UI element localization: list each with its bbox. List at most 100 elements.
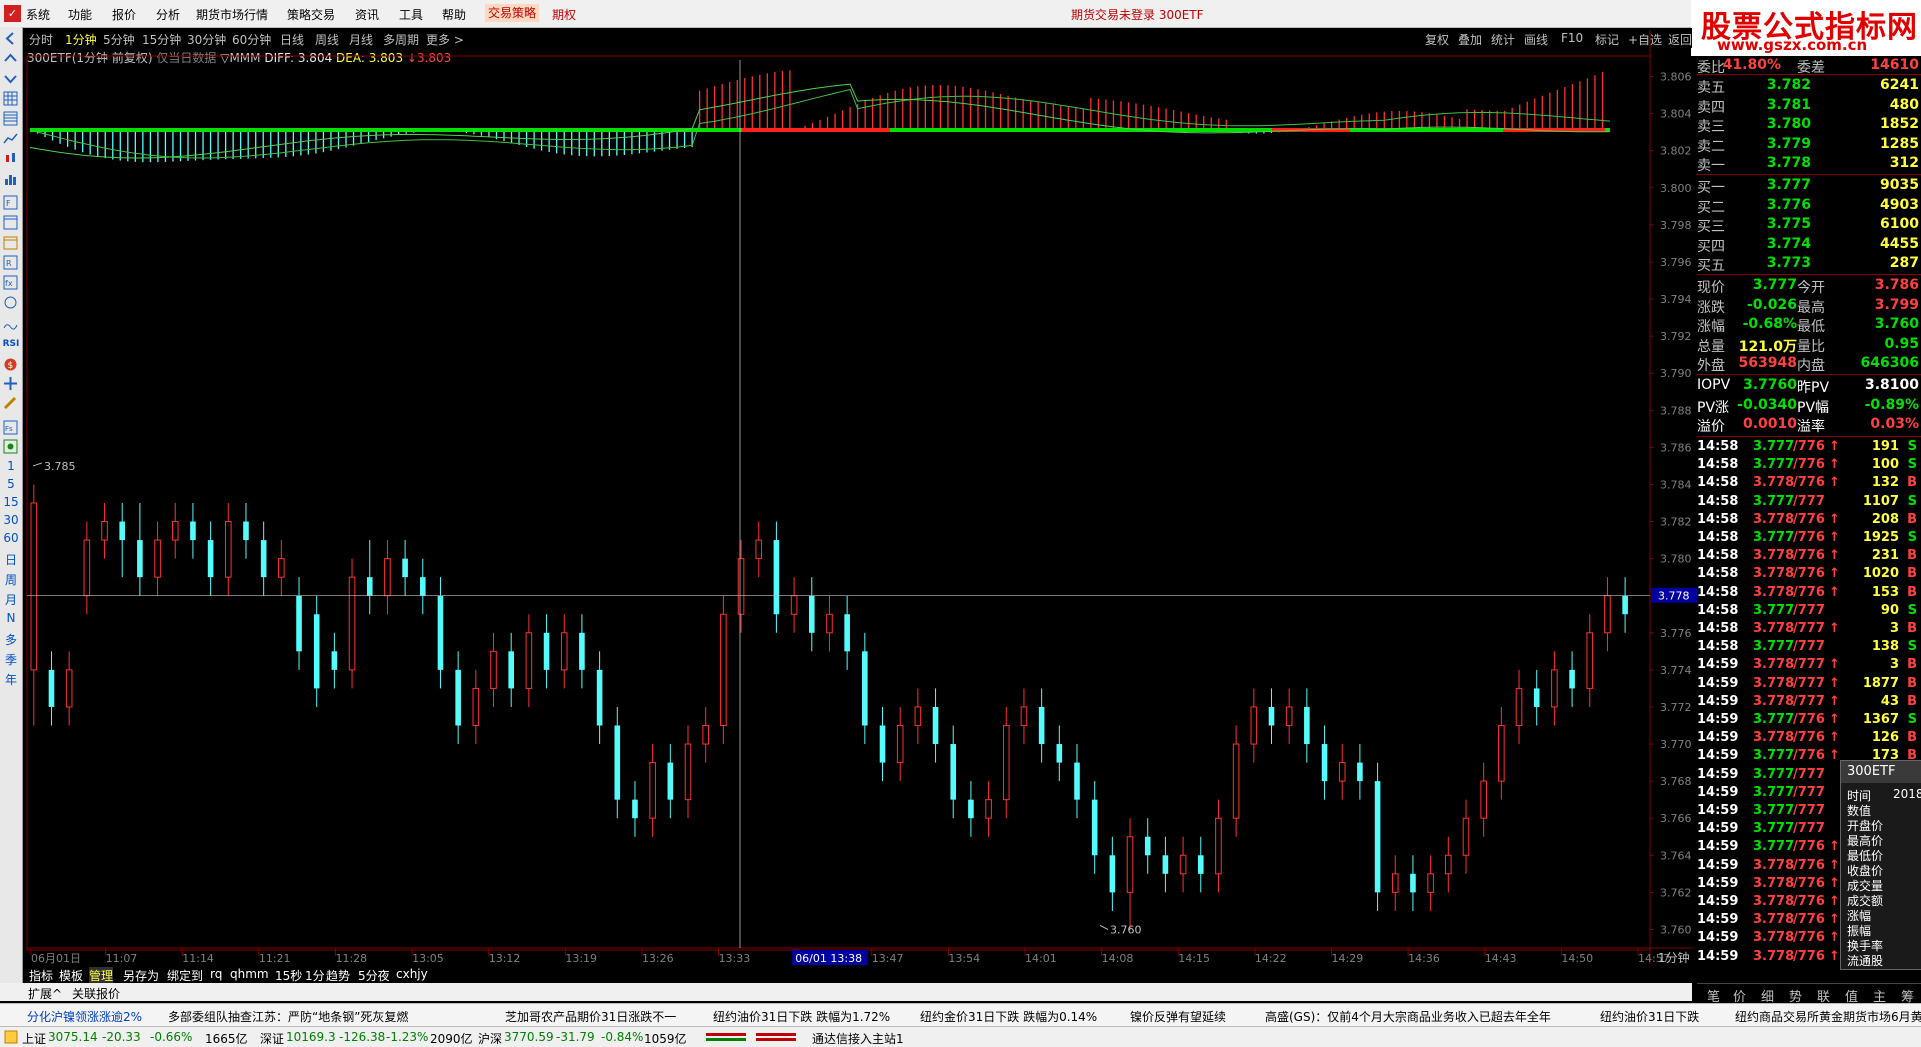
tick-price: 3.778 [1753,511,1795,527]
sell-price: 3.778 [1766,155,1811,171]
tick-row: 14:59 3.778/776 ↑ 126 B [1697,729,1921,747]
tick-price: 3.777 [1753,439,1795,454]
tick-time: 14:59 [1697,875,1739,891]
related-quote-button[interactable]: 关联报价 [72,985,120,1002]
news-item[interactable]: 多部委组队抽查江苏：严防“地条钢”死灰复燃 [168,1008,408,1025]
news-item[interactable]: 纽约商品交易所黄金期货市场6月黄 [1735,1008,1921,1025]
candle-body [48,669,55,707]
quote-cell: 外盘 [1697,358,1725,374]
tab-indicator[interactable]: 指标 [29,967,53,984]
tab-1min[interactable]: 1分 [305,967,325,984]
candle-body [1586,632,1594,689]
candle-body [1268,706,1275,726]
candle-body [525,632,533,689]
tick-time: 14:59 [1697,948,1739,964]
sh-change: -20.33 [102,1030,141,1044]
tick-arrow: ↑ [1829,548,1840,564]
news-item[interactable]: 纽约油价31日下跌 [1600,1008,1699,1025]
tick-time: 14:58 [1697,639,1739,655]
tick-time: 14:59 [1697,912,1739,928]
sell-level-label: 卖三 [1697,119,1725,135]
tick-time: 14:59 [1697,839,1739,855]
buy-volume: 287 [1889,255,1919,271]
price-tick-label: 3.774 [1660,664,1692,677]
tick-row: 14:58 3.777/776 ↑ 100 S [1697,456,1921,474]
tick-ref: /776 [1793,930,1825,946]
quote-cell: -0.026 [1746,296,1797,313]
stat-row: 现价 3.777 今开 3.786 [1697,276,1921,296]
candle-body [224,521,232,578]
sell-price: 3.780 [1766,116,1811,132]
candle-body [1604,595,1611,634]
candle-body [950,744,957,800]
tick-arrow: ↑ [1829,948,1840,964]
news-item[interactable]: 纽约油价31日下跌 跌幅为1.72% [713,1008,890,1025]
time-label: 14:08 [1102,952,1134,965]
candle-body [348,576,356,671]
tab-save-as[interactable]: 另存为 [123,967,159,984]
tick-price: 3.778 [1753,948,1795,964]
candle-body [1515,687,1523,727]
tick-arrow: ↑ [1829,894,1840,909]
time-label: 14:22 [1255,952,1287,965]
data-popup[interactable]: 300ETF 时间 数值 开盘价 最高价 最低价 收盘价 成交量 成交额 涨幅 振幅 换手率 流通股 2… [1840,760,1921,970]
tab-rq[interactable]: rq [210,967,222,981]
buy-row: 买二 3.776 4903 [1697,196,1921,216]
tab-bind[interactable]: 绑定到 [167,967,203,984]
buy-volume: 4455 [1880,235,1919,252]
candle-body [508,651,514,689]
news-item[interactable]: 分化沪镍领涨涨逾2% [27,1008,142,1025]
buy-volume: 9035 [1880,177,1919,193]
tick-arrow: ↑ [1829,857,1840,873]
tab-qhmm[interactable]: qhmm [230,967,269,981]
news-item[interactable]: 镍价反弹有望延续 [1130,1008,1226,1025]
news-item[interactable]: 芝加哥农产品期价31日涨跌不一 [505,1008,676,1025]
candle-body [419,577,426,596]
tick-time: 14:58 [1697,548,1739,564]
candle-body [596,669,603,726]
tab-15s[interactable]: 15秒 [275,967,302,984]
price-tick-label: 3.806 [1660,71,1692,84]
tab-cxhjy[interactable]: cxhjy [396,967,428,981]
quote-cell: 今开 [1797,280,1825,296]
tick-time: 14:59 [1697,766,1739,782]
news-item[interactable]: 纽约金价31日下跌 跌幅为0.14% [920,1008,1097,1025]
expand-button[interactable]: 扩展^ [28,985,62,1002]
sell-row: 卖一 3.778 312 [1697,154,1921,174]
tick-row: 14:59 3.778/777 ↑ 1877 B [1697,675,1921,693]
tick-ref: /776 [1793,912,1825,928]
tab-5min-night[interactable]: 5分夜 [358,967,390,984]
tick-price: 3.778 [1753,857,1795,873]
candle-body [702,725,709,745]
tick-time: 14:59 [1697,730,1739,746]
tick-price: 3.778 [1753,693,1795,709]
news-item[interactable]: 高盛(GS)：仅前4个月大宗商品业务收入已超去年全年 [1265,1008,1551,1025]
tick-time: 14:58 [1697,530,1739,545]
tick-volume: 3 [1889,657,1899,673]
tick-volume: 1367 [1862,712,1899,727]
tick-ref: /776 [1793,475,1825,491]
sell-row: 卖三 3.780 1852 [1697,115,1921,135]
kline-chart[interactable]: 3.806 3.804 3.802 3.800 3.798 3.796 3.794 3.792… [0,0,1697,966]
candle-body [384,558,391,597]
tick-ref: /776 [1793,730,1825,746]
tick-direction: S [1907,639,1917,655]
tick-direction: B [1907,693,1917,709]
tick-ref: /777 [1793,784,1825,800]
buy-volume: 4903 [1880,196,1919,213]
tick-volume: 138 [1871,639,1899,655]
tab-template[interactable]: 模板 [59,967,83,984]
quote-cell: 3.786 [1874,277,1919,293]
candle-body [1250,706,1258,745]
sell-volume: 480 [1889,96,1919,113]
tick-arrow: ↑ [1829,621,1840,636]
tick-direction: B [1907,475,1917,491]
tab-manage[interactable]: 管理 [89,967,114,984]
tick-row: 14:58 3.778/776 ↑ 153 B [1697,584,1921,602]
candle-body [1056,744,1063,763]
tick-ref: /776 [1793,894,1825,909]
divider [1697,274,1921,275]
tab-trend[interactable]: 趋势 [326,967,350,984]
candle-body [755,539,763,560]
tick-row: 14:59 3.777/776 ↑ 1367 S [1697,711,1921,729]
